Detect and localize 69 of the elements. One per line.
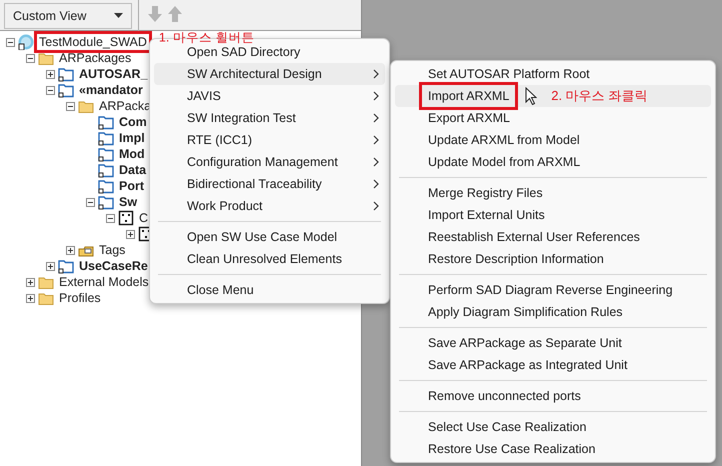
annotation-text: 2. 마우스 좌클릭: [551, 87, 648, 105]
tree-item[interactable]: External Models: [57, 274, 151, 290]
view-dropdown[interactable]: Custom View: [4, 3, 132, 29]
menu-item[interactable]: Apply Diagram Simplification Rules: [395, 301, 711, 323]
collapse-icon[interactable]: [66, 102, 75, 110]
menu-item[interactable]: JAVIS: [154, 85, 385, 107]
mouse-cursor-icon: [525, 87, 538, 105]
menu-item[interactable]: Update Model from ARXML: [395, 151, 711, 173]
logo-icon: [18, 34, 34, 50]
menu-item[interactable]: Set AUTOSAR Platform Root: [395, 63, 711, 85]
tree-item[interactable]: Sw: [117, 194, 140, 210]
package-icon: [98, 162, 114, 178]
tree-item[interactable]: Com: [117, 114, 149, 130]
menu-item[interactable]: Close Menu: [154, 279, 385, 301]
menu-item[interactable]: Merge Registry Files: [395, 182, 711, 204]
package-icon: [58, 66, 74, 82]
menu-item[interactable]: Perform SAD Diagram Reverse Engineering: [395, 279, 711, 301]
menu-item[interactable]: Work Product: [154, 195, 385, 217]
package-icon: [98, 194, 114, 210]
tree-item[interactable]: UseCaseRe: [77, 258, 150, 274]
expand-icon[interactable]: [66, 246, 75, 254]
package-icon: [98, 146, 114, 162]
tree-item[interactable]: Profiles: [57, 290, 103, 306]
expand-icon[interactable]: [26, 294, 35, 302]
menu-item[interactable]: Configuration Management: [154, 151, 385, 173]
annotation-text: 1. 마우스 휠버튼: [158, 31, 254, 44]
menu-item[interactable]: Import ARXML 2. 마우스 좌클릭: [395, 85, 711, 107]
package-icon: [58, 258, 74, 274]
menu-item[interactable]: Bidirectional Traceability: [154, 173, 385, 195]
menu-item[interactable]: Save ARPackage as Integrated Unit: [395, 354, 711, 376]
tree-item[interactable]: AUTOSAR_: [77, 66, 150, 82]
menu-item[interactable]: Open SW Use Case Model: [154, 226, 385, 248]
caret-icon: [114, 13, 123, 19]
package-icon: [58, 82, 74, 98]
menu-item[interactable]: Reestablish External User References: [395, 226, 711, 248]
expand-icon[interactable]: [46, 70, 55, 78]
tree-item[interactable]: ARPackages: [57, 50, 134, 66]
package-icon: [98, 130, 114, 146]
expand-icon[interactable]: [26, 278, 35, 286]
expand-icon[interactable]: [126, 230, 135, 238]
package-icon: [98, 114, 114, 130]
tree-item[interactable]: Tags: [97, 242, 128, 258]
tree-item[interactable]: Impl: [117, 130, 147, 146]
package-icon: [98, 178, 114, 194]
tree-item[interactable]: C: [137, 210, 150, 226]
collapse-icon[interactable]: [106, 214, 115, 222]
menu-item[interactable]: Update ARXML from Model: [395, 129, 711, 151]
collapse-icon[interactable]: [6, 38, 15, 46]
menu-item[interactable]: Clean Unresolved Elements: [154, 248, 385, 270]
collapse-icon[interactable]: [46, 86, 55, 94]
menu-item[interactable]: Remove unconnected ports: [395, 385, 711, 407]
menu-item[interactable]: SW Integration Test: [154, 107, 385, 129]
menu-item[interactable]: Restore Description Information: [395, 248, 711, 270]
menu-item[interactable]: Select Use Case Realization: [395, 416, 711, 438]
tree-item[interactable]: ARPacka: [97, 98, 154, 114]
expand-icon[interactable]: [46, 262, 55, 270]
tree-item[interactable]: «mandator: [77, 82, 145, 98]
tree-item[interactable]: Data: [117, 162, 148, 178]
menu-item[interactable]: RTE (ICC1): [154, 129, 385, 151]
collapse-icon[interactable]: [26, 54, 35, 62]
menu-item[interactable]: Save ARPackage as Separate Unit: [395, 332, 711, 354]
component-icon: [118, 210, 134, 226]
menu-item[interactable]: SW Architectural Design: [154, 63, 385, 85]
tree-item[interactable]: Port: [117, 178, 146, 194]
menu-item[interactable]: Import External Units: [395, 204, 711, 226]
tree-item[interactable]: Mod: [117, 146, 147, 162]
menu-item[interactable]: Restore Use Case Realization: [395, 438, 711, 460]
menu-item[interactable]: Export ARXML: [395, 107, 711, 129]
collapse-icon[interactable]: [86, 198, 95, 206]
